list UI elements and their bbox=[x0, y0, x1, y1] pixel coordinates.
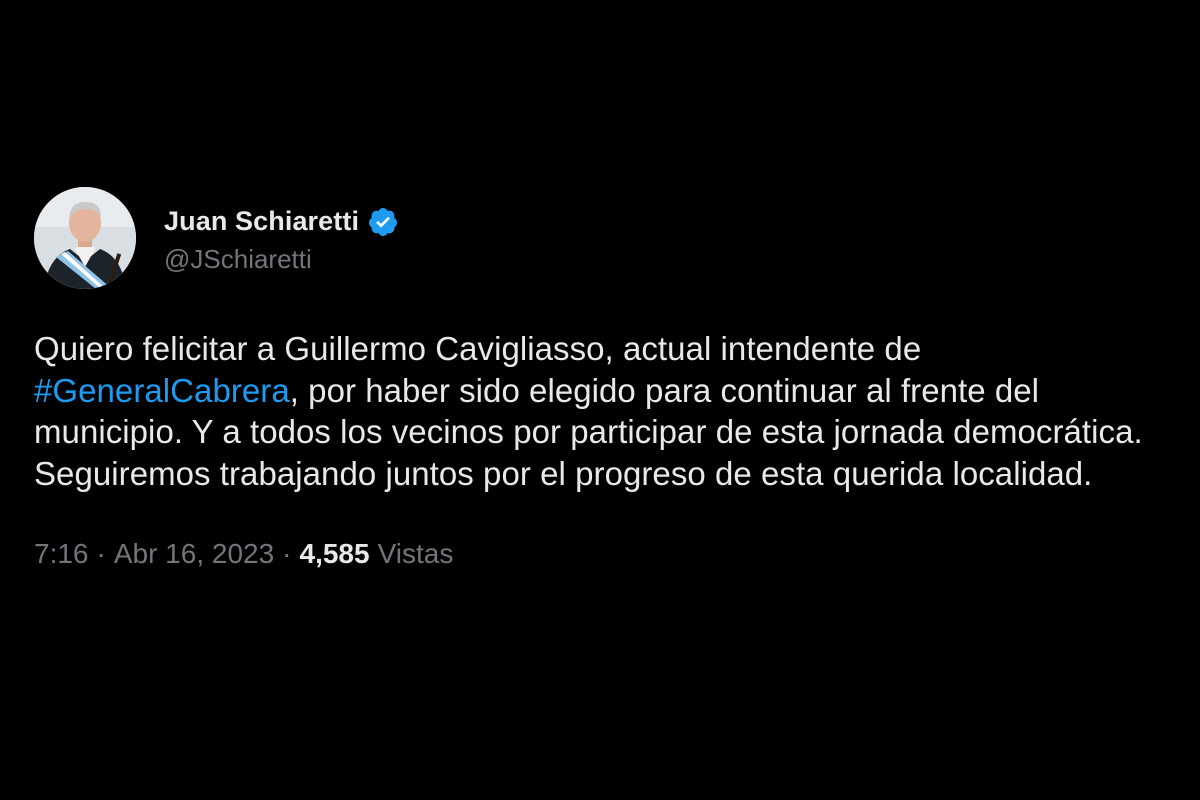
tweet-header: Juan Schiaretti @JSchiaretti bbox=[34, 186, 1174, 290]
author-names: Juan Schiaretti @JSchiaretti bbox=[164, 202, 399, 275]
tweet-time[interactable]: 7:16 bbox=[34, 538, 89, 570]
meta-separator: · bbox=[282, 538, 292, 569]
tweet-text-before: Quiero felicitar a Guillermo Cavigliasso… bbox=[34, 330, 922, 367]
views-count: 4,585 bbox=[299, 538, 370, 569]
tweet-meta: 7:16 · Abr 16, 2023 · 4,585 Vistas bbox=[34, 538, 1174, 570]
author-handle[interactable]: @JSchiaretti bbox=[164, 244, 399, 275]
views-label: Vistas bbox=[377, 538, 454, 569]
verified-badge-icon bbox=[367, 206, 399, 238]
author-display-name[interactable]: Juan Schiaretti bbox=[164, 206, 359, 237]
tweet-text: Quiero felicitar a Guillermo Cavigliasso… bbox=[34, 328, 1174, 494]
hashtag-link[interactable]: #GeneralCabrera bbox=[34, 372, 290, 409]
meta-separator: · bbox=[96, 538, 106, 569]
avatar[interactable] bbox=[34, 187, 136, 289]
portrait-avatar-image bbox=[34, 187, 136, 289]
tweet-date[interactable]: Abr 16, 2023 bbox=[114, 538, 274, 570]
name-row: Juan Schiaretti bbox=[164, 202, 399, 242]
tweet-card: Juan Schiaretti @JSchiaretti Quiero feli… bbox=[34, 186, 1174, 570]
